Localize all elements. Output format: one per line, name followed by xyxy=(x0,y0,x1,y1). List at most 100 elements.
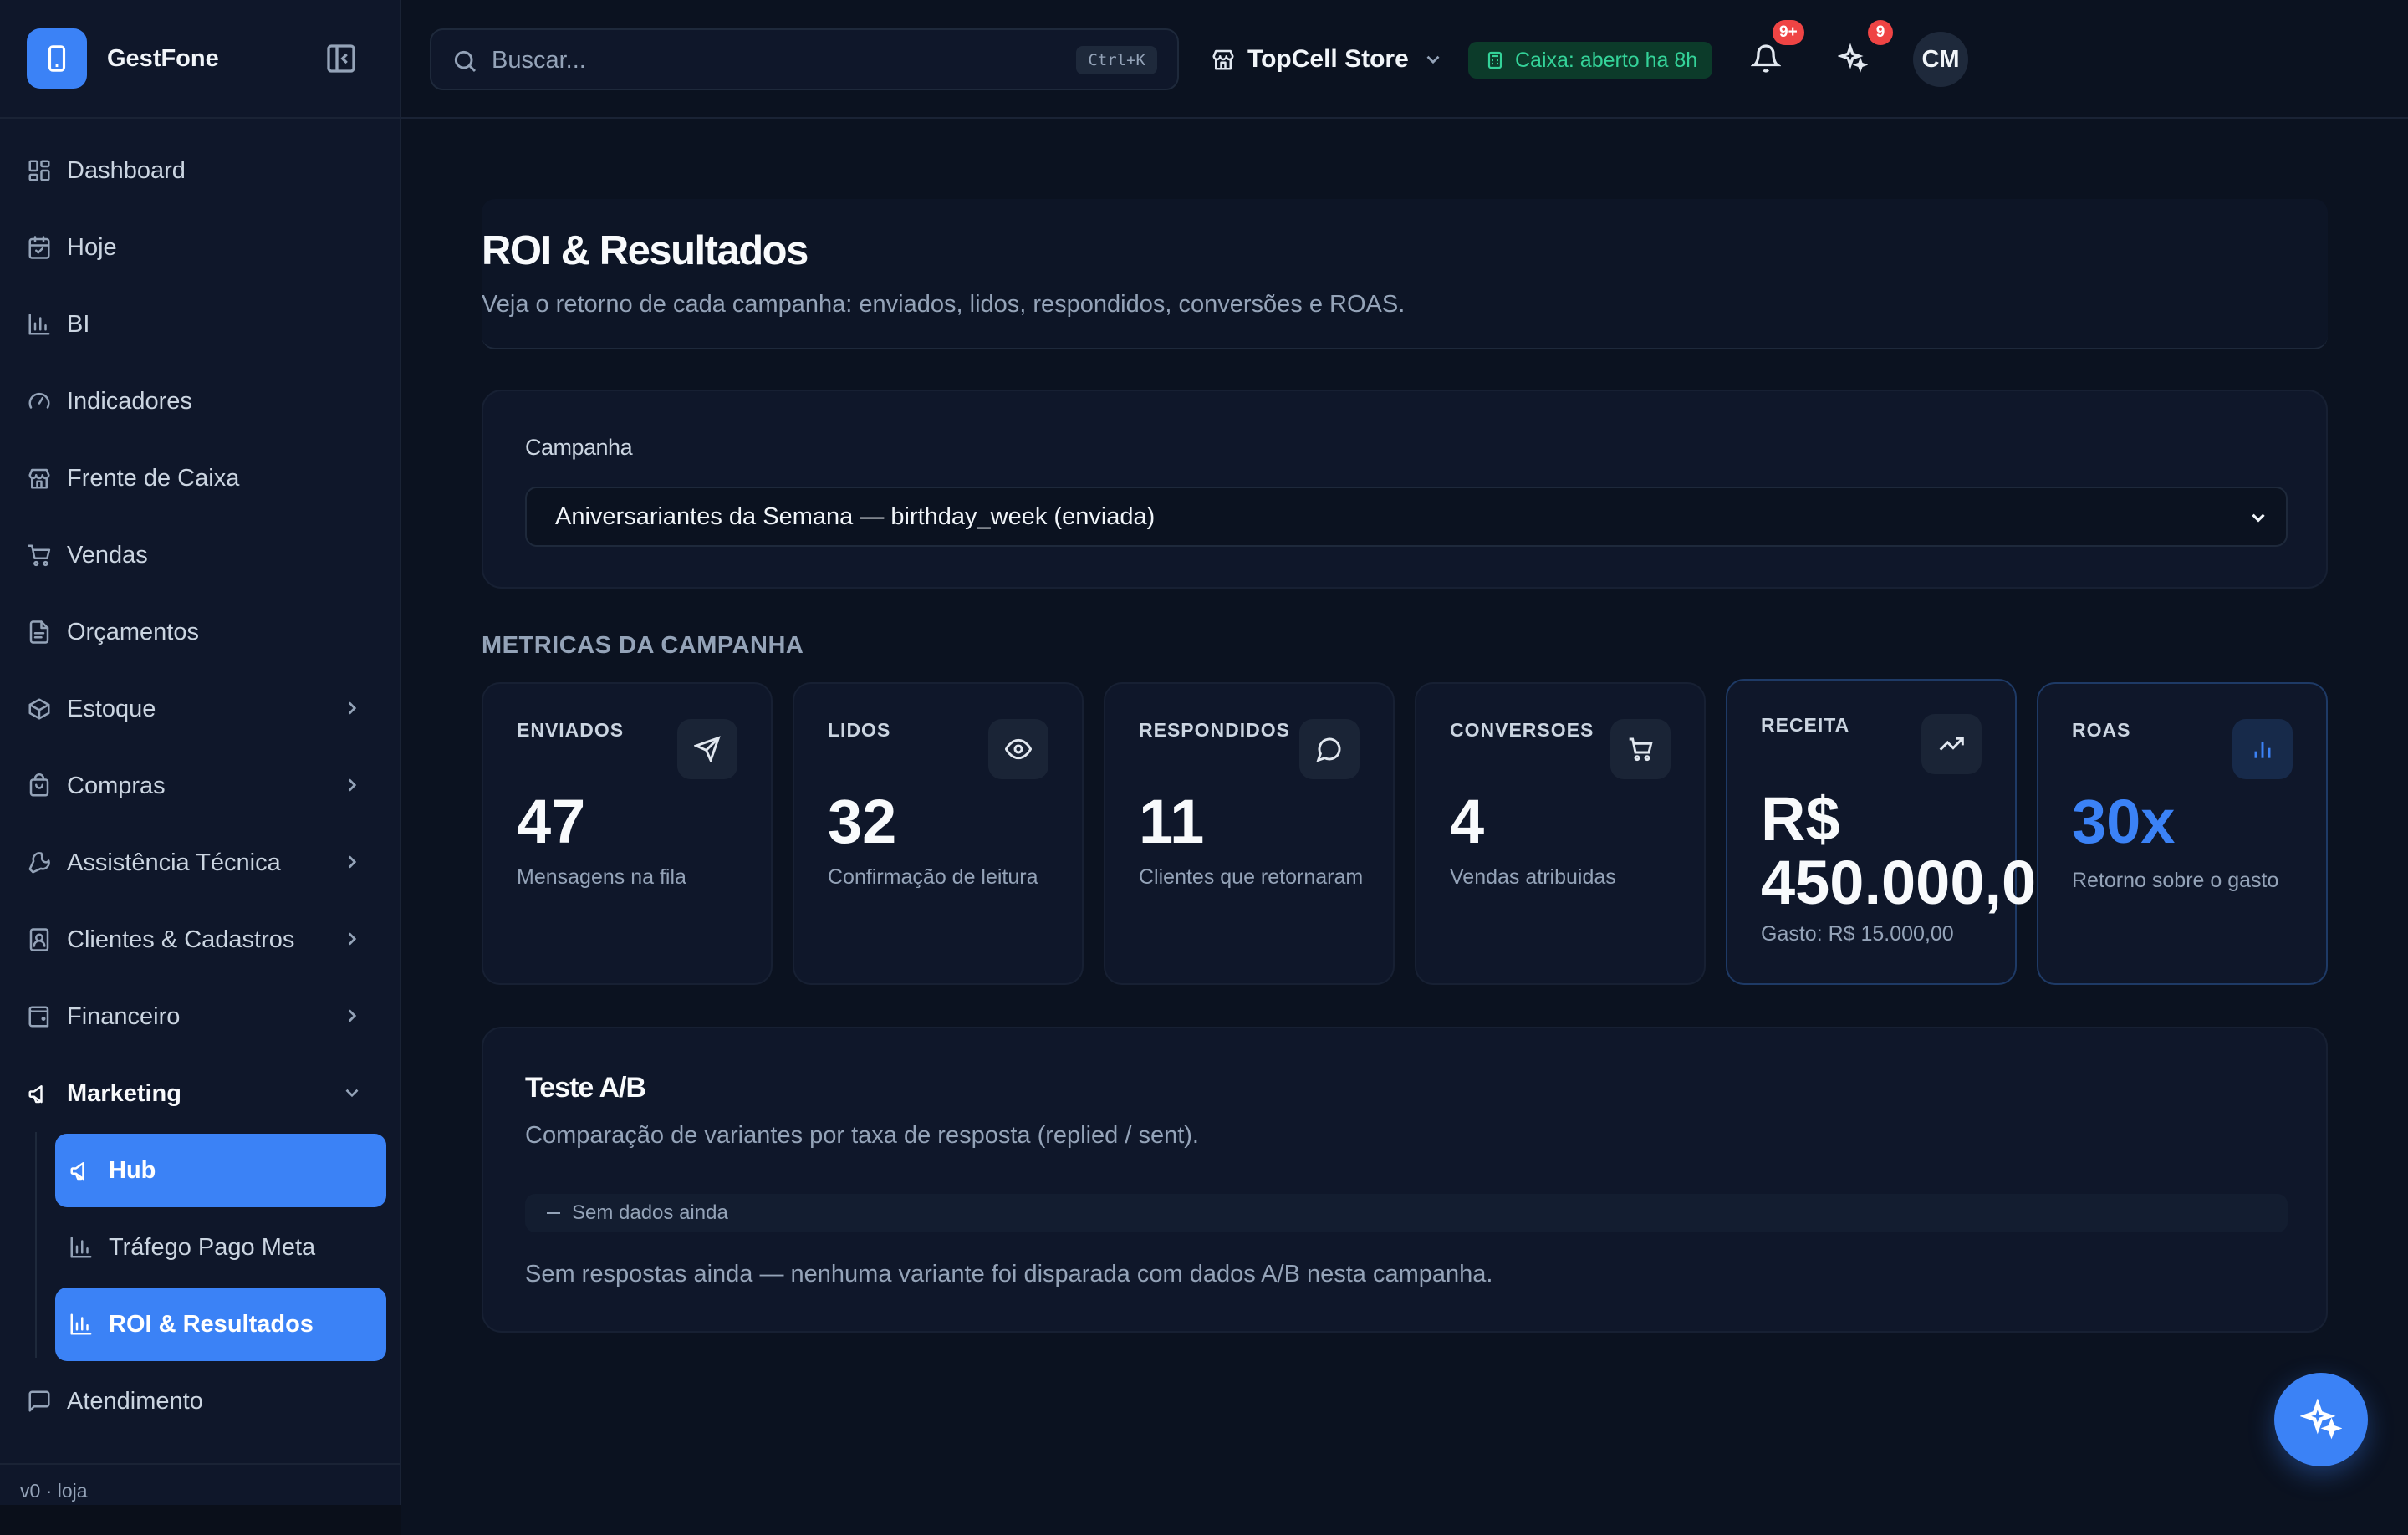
ab-test-card: Teste A/B Comparação de variantes por ta… xyxy=(482,1027,2328,1333)
sparkles-icon[interactable] xyxy=(1838,43,1868,74)
campaign-select[interactable]: Aniversariantes da Semana — birthday_wee… xyxy=(525,487,2288,547)
megaphone-icon xyxy=(69,1158,94,1183)
sidebar-divider xyxy=(0,1463,400,1465)
sidebar-subitem-roi-resultados[interactable]: ROI & Resultados xyxy=(55,1288,386,1361)
page-subtitle: Veja o retorno de cada campanha: enviado… xyxy=(482,291,1406,318)
sidebar-item-orcamentos[interactable]: Orçamentos xyxy=(17,597,385,667)
metric-value: 30x xyxy=(2072,787,2176,856)
chevron-down-icon xyxy=(1422,48,1444,70)
eye-icon xyxy=(988,719,1048,779)
gauge-icon xyxy=(27,389,52,414)
sidebar-subitem-hub[interactable]: Hub xyxy=(55,1134,386,1207)
metric-card-conversoes: CONVERSOES 4 Vendas atribuidas xyxy=(1415,682,1706,985)
search-icon xyxy=(452,48,478,74)
sidebar-item-label: Atendimento xyxy=(67,1387,203,1415)
chevron-right-icon xyxy=(341,697,363,719)
sidebar-item-atendimento[interactable]: Atendimento xyxy=(17,1366,385,1436)
sidebar-item-indicadores[interactable]: Indicadores xyxy=(17,366,385,436)
submenu-guide-line xyxy=(35,1132,37,1358)
ai-badge: 9 xyxy=(1868,20,1893,45)
document-icon xyxy=(27,620,52,645)
bar-chart-icon xyxy=(27,312,52,337)
metric-subtitle: Gasto: R$ 15.000,00 xyxy=(1761,922,1954,946)
campaign-card: Campanha Aniversariantes da Semana — bir… xyxy=(482,390,2328,589)
cart-icon xyxy=(27,543,52,568)
sidebar-subitem-trafego-pago-meta[interactable]: Tráfego Pago Meta xyxy=(55,1211,386,1284)
page-header-card xyxy=(482,199,2328,349)
sidebar-item-label: Assistência Técnica xyxy=(67,849,281,876)
sidebar-item-label: Estoque xyxy=(67,695,156,722)
sidebar-item-label: Hoje xyxy=(67,233,117,261)
brand-name: GestFone xyxy=(107,45,219,72)
dash-icon xyxy=(547,1212,560,1214)
search-box[interactable]: Ctrl+K xyxy=(430,28,1179,90)
sidebar-item-estoque[interactable]: Estoque xyxy=(17,674,385,744)
brand-header: GestFone xyxy=(0,0,400,119)
chevron-right-icon xyxy=(341,851,363,873)
campaign-selected-value: Aniversariantes da Semana — birthday_wee… xyxy=(555,503,1156,530)
metric-value: 11 xyxy=(1139,787,1205,856)
sidebar-collapse-icon[interactable] xyxy=(324,42,358,75)
sidebar-item-label: Marketing xyxy=(67,1079,181,1107)
metric-subtitle: Retorno sobre o gasto xyxy=(2072,869,2279,892)
metric-subtitle: Vendas atribuidas xyxy=(1450,865,1616,889)
sidebar-item-financeiro[interactable]: Financeiro xyxy=(17,982,385,1052)
ab-test-description: Comparação de variantes por taxa de resp… xyxy=(525,1122,1199,1149)
sidebar-subitem-label: ROI & Resultados xyxy=(109,1310,314,1338)
caixa-status-badge[interactable]: Caixa: aberto ha 8h xyxy=(1468,42,1713,79)
metric-label: LIDOS xyxy=(828,719,891,741)
megaphone-icon xyxy=(27,1081,52,1106)
bar-chart-icon xyxy=(69,1235,94,1260)
metric-card-lidos: LIDOS 32 Confirmação de leitura xyxy=(793,682,1084,985)
sidebar-item-assistencia-tecnica[interactable]: Assistência Técnica xyxy=(17,828,385,898)
store-icon xyxy=(27,466,52,491)
metric-subtitle: Mensagens na fila xyxy=(517,865,686,889)
sparkles-icon xyxy=(2300,1399,2342,1441)
store-selector[interactable]: TopCell Store xyxy=(1211,37,1444,82)
sidebar-item-vendas[interactable]: Vendas xyxy=(17,520,385,590)
sidebar-item-label: Orçamentos xyxy=(67,618,199,645)
ab-test-status-bar: Sem dados ainda xyxy=(525,1194,2288,1232)
calendar-icon xyxy=(27,235,52,260)
metric-value: 32 xyxy=(828,787,897,856)
ab-test-empty-message: Sem respostas ainda — nenhuma variante f… xyxy=(525,1261,1493,1288)
sidebar-item-marketing[interactable]: Marketing xyxy=(17,1058,385,1129)
chevron-down-icon xyxy=(341,1082,363,1104)
metric-card-respondidos: RESPONDIDOS 11 Clientes que retornaram xyxy=(1104,682,1395,985)
caixa-status-text: Caixa: aberto ha 8h xyxy=(1515,48,1698,72)
metric-label: ENVIADOS xyxy=(517,719,625,741)
metrics-heading: METRICAS DA CAMPANHA xyxy=(482,632,804,659)
sidebar-item-frente-de-caixa[interactable]: Frente de Caixa xyxy=(17,443,385,513)
metric-value: 4 xyxy=(1450,787,1485,856)
page-title: ROI & Resultados xyxy=(482,228,809,273)
wallet-icon xyxy=(27,1004,52,1029)
bar-chart-icon xyxy=(2232,719,2293,779)
bar-chart-icon xyxy=(69,1312,94,1337)
sidebar-item-label: BI xyxy=(67,310,90,338)
sidebar-item-dashboard[interactable]: Dashboard xyxy=(17,135,385,206)
metric-label: RESPONDIDOS xyxy=(1139,719,1290,741)
search-input[interactable] xyxy=(492,42,993,79)
store-icon xyxy=(1211,47,1236,72)
metric-card-roas: ROAS 30x Retorno sobre o gasto xyxy=(2037,682,2328,985)
avatar[interactable]: CM xyxy=(1913,32,1968,87)
sidebar-item-bi[interactable]: BI xyxy=(17,289,385,360)
sidebar-item-clientes[interactable]: Clientes & Cadastros xyxy=(17,905,385,975)
ai-assistant-fab[interactable] xyxy=(2274,1373,2368,1466)
store-name: TopCell Store xyxy=(1247,45,1409,73)
sidebar-subitem-label: Hub xyxy=(109,1156,156,1184)
bell-icon[interactable] xyxy=(1751,43,1781,74)
sidebar-item-label: Vendas xyxy=(67,541,148,569)
sidebar-item-label: Compras xyxy=(67,772,166,799)
contact-card-icon xyxy=(27,927,52,952)
chevron-right-icon xyxy=(341,1005,363,1027)
campaign-label: Campanha xyxy=(525,435,633,460)
package-icon xyxy=(27,696,52,722)
sidebar: GestFone Dashboard Hoje BI Indicadores F… xyxy=(0,0,401,1535)
search-shortcut-hint: Ctrl+K xyxy=(1076,46,1157,74)
sidebar-item-label: Frente de Caixa xyxy=(67,464,240,492)
sidebar-item-compras[interactable]: Compras xyxy=(17,751,385,821)
sidebar-item-hoje[interactable]: Hoje xyxy=(17,212,385,283)
sidebar-item-label: Indicadores xyxy=(67,387,192,415)
metric-card-receita: RECEITA R$ 450.000,00 Gasto: R$ 15.000,0… xyxy=(1726,679,2070,985)
